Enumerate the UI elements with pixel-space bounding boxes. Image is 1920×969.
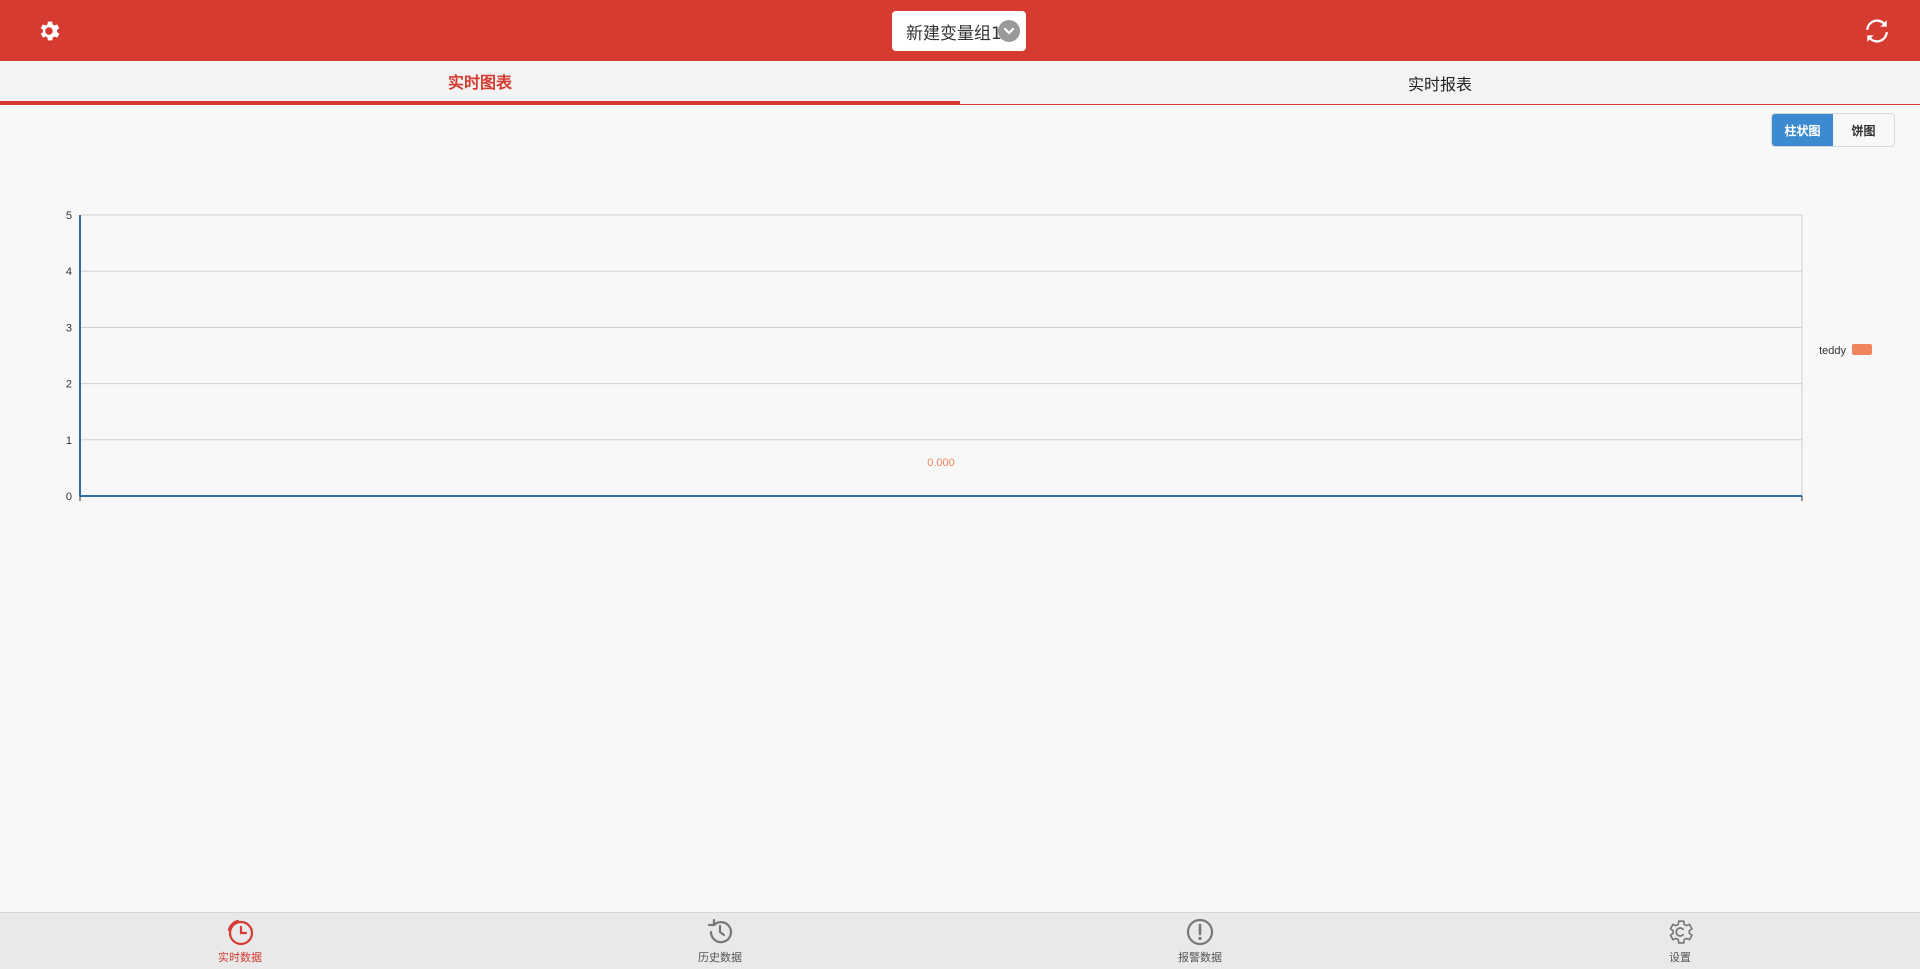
alert-icon — [1186, 918, 1214, 946]
pie-chart-option[interactable]: 饼图 — [1833, 114, 1894, 146]
nav-label: 设置 — [1669, 951, 1691, 964]
chart-area: 0 1 2 3 4 5 0.000 teddy — [0, 200, 1920, 510]
legend-label: teddy — [1819, 345, 1846, 357]
variable-group-select[interactable]: 新建变量组1 — [892, 11, 1026, 51]
nav-realtime-data[interactable]: 实时数据 — [0, 913, 480, 969]
settings-button[interactable] — [32, 14, 66, 48]
sync-icon — [1866, 19, 1888, 43]
top-header: 新建变量组1 — [0, 0, 1920, 61]
refresh-button[interactable] — [1860, 14, 1894, 48]
bar-data-label: 0.000 — [927, 457, 955, 469]
history-icon — [707, 918, 733, 944]
bottom-nav: 实时数据 历史数据 报警数据 设置 — [0, 912, 1920, 969]
nav-label: 报警数据 — [1178, 951, 1222, 964]
gear-icon — [40, 21, 60, 41]
nav-label: 实时数据 — [218, 951, 262, 964]
y-tick-label: 3 — [66, 322, 72, 334]
y-tick-label: 4 — [66, 266, 72, 278]
tab-realtime-report[interactable]: 实时报表 — [960, 61, 1920, 104]
y-tick-label: 0 — [66, 491, 72, 503]
y-tick-label: 5 — [66, 210, 72, 222]
chevron-down-icon — [998, 20, 1020, 42]
tab-bar: 实时图表 实时报表 — [0, 61, 1920, 105]
gear-icon — [1669, 920, 1694, 944]
nav-history-data[interactable]: 历史数据 — [480, 913, 960, 969]
bar-chart-option[interactable]: 柱状图 — [1772, 114, 1833, 146]
clock-icon — [227, 919, 254, 946]
y-tick-label: 1 — [66, 435, 72, 447]
variable-group-label: 新建变量组1 — [906, 23, 1002, 44]
tab-realtime-chart[interactable]: 实时图表 — [0, 61, 960, 104]
bar-chart: 0 1 2 3 4 5 0.000 teddy — [66, 210, 1872, 503]
legend-swatch — [1852, 344, 1872, 355]
nav-settings[interactable]: 设置 — [1440, 913, 1920, 969]
y-tick-label: 2 — [66, 379, 72, 391]
nav-label: 历史数据 — [698, 951, 742, 964]
chart-type-toggle: 柱状图 饼图 — [1771, 113, 1895, 147]
nav-alarm-data[interactable]: 报警数据 — [960, 913, 1440, 969]
